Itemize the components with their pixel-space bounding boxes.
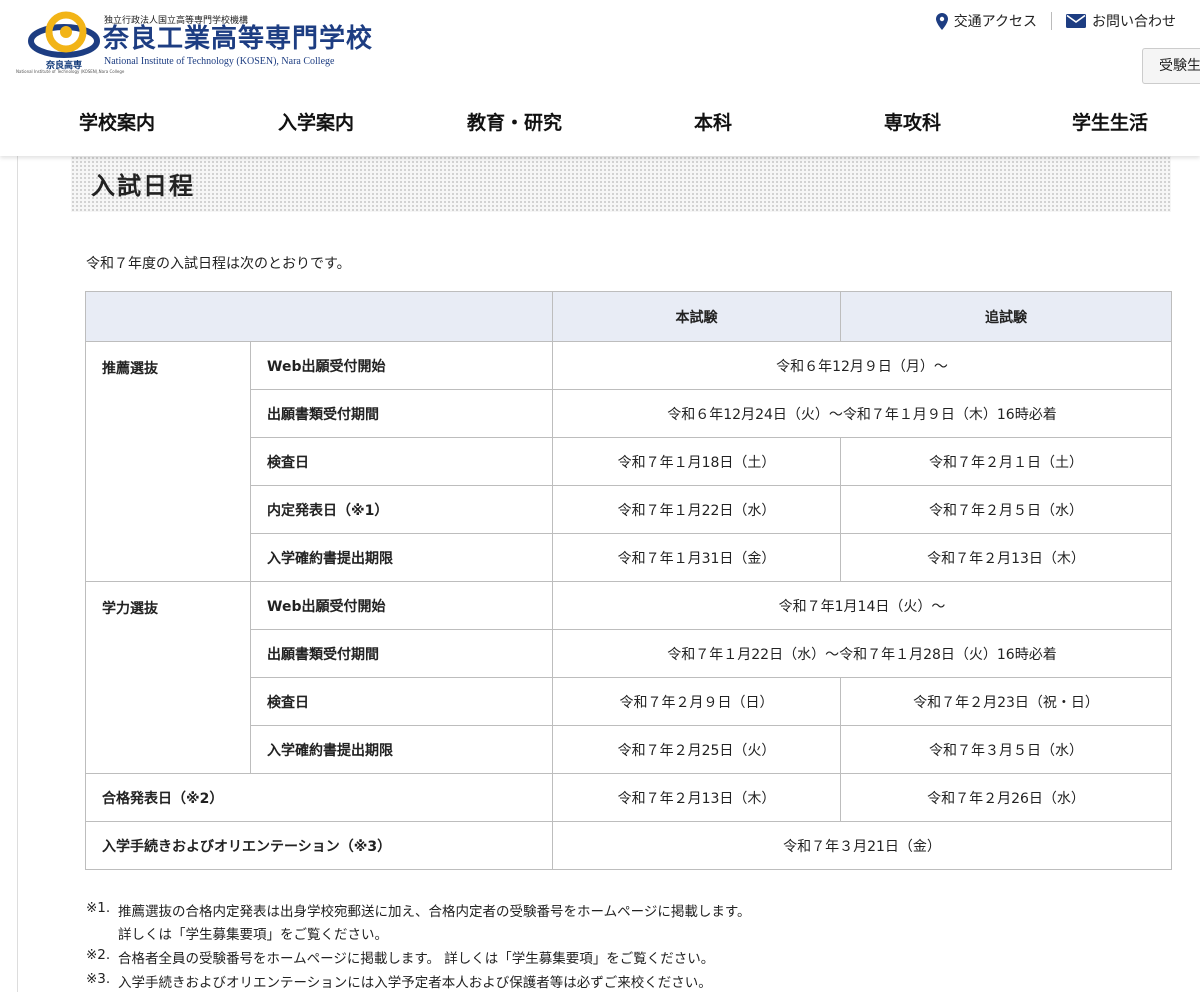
content-border-line (17, 156, 18, 992)
main-exam-date: 令和７年１月18日（土） (552, 437, 841, 486)
main-exam-date: 令和７年２月９日（日） (552, 677, 841, 726)
school-name-logo[interactable]: 奈良工業高等専門学校 (103, 24, 373, 54)
access-link[interactable]: 交通アクセス (935, 11, 1037, 31)
exam-schedule-table: 本試験 追試験 推薦選抜 Web出願受付開始 令和６年12月９日（月）～ 出願書… (85, 291, 1172, 870)
contact-link[interactable]: お問い合わせ (1066, 11, 1176, 31)
contact-label: お問い合わせ (1092, 14, 1176, 30)
nav-item-student-life[interactable]: 学生生活 (1072, 108, 1148, 135)
makeup-exam-date: 令和７年２月１日（土） (840, 437, 1172, 486)
row-label: 出願書類受付期間 (250, 629, 553, 678)
row-label: 内定発表日（※1） (250, 485, 553, 534)
row-value: 令和７年１月22日（水）～令和７年１月28日（火）16時必着 (552, 629, 1172, 678)
col-header-makeup-exam: 追試験 (840, 291, 1172, 342)
row-label-pass-announcement: 合格発表日（※2） (85, 773, 553, 822)
site-header: 奈良高専 National Institute of Technology (K… (0, 0, 1200, 156)
nav-item-admissions[interactable]: 入学案内 (278, 108, 354, 135)
nav-item-school-guide[interactable]: 学校案内 (79, 108, 155, 135)
row-value: 令和６年12月９日（月）～ (552, 341, 1172, 390)
footnote-text: 推薦選抜の合格内定発表は出身学校宛郵送に加え、合格内定者の受験番号をホームページ… (118, 904, 751, 920)
row-label: Web出願受付開始 (250, 581, 553, 630)
access-label: 交通アクセス (953, 14, 1037, 30)
footnote-text: 詳しくは「学生募集要項」をご覧ください。 (118, 927, 388, 943)
makeup-exam-date: 令和７年３月５日（水） (840, 725, 1172, 774)
row-label: 検査日 (250, 437, 553, 486)
row-label: 入学確約書提出期限 (250, 725, 553, 774)
col-header-main-exam: 本試験 (552, 291, 841, 342)
row-label: Web出願受付開始 (250, 341, 553, 390)
row-value: 令和７年1月14日（火）～ (552, 581, 1172, 630)
table-row: 学力選抜 Web出願受付開始 令和７年1月14日（火）～ (85, 581, 1172, 774)
orientation-date: 令和７年３月21日（金） (552, 821, 1172, 870)
prospective-students-button[interactable]: 受験生 (1142, 48, 1200, 84)
main-exam-date: 令和７年１月22日（水） (552, 485, 841, 534)
group-label-gakuryoku: 学力選抜 (85, 581, 251, 774)
table-row: 合格発表日（※2） 令和７年２月13日（木） 令和７年２月26日（水） (85, 773, 1172, 822)
intro-text: 令和７年度の入試日程は次のとおりです。 (86, 256, 351, 272)
footnote-text: 合格者全員の受験番号をホームページに掲載します。 詳しくは「学生募集要項」をご覧… (118, 951, 715, 967)
nav-item-regular-course[interactable]: 本科 (694, 108, 732, 135)
emblem-caption-sub: National Institute of Technology (KOSEN)… (16, 69, 125, 74)
map-pin-icon (935, 12, 948, 30)
footnote-mark: ※3. (86, 971, 111, 987)
table-header-row: 本試験 追試験 (85, 291, 1172, 342)
makeup-exam-date: 令和７年２月５日（水） (840, 485, 1172, 534)
table-row: 入学手続きおよびオリエンテーション（※3） 令和７年３月21日（金） (85, 821, 1172, 870)
nav-item-education-research[interactable]: 教育・研究 (467, 108, 562, 135)
nav-item-advanced-course[interactable]: 専攻科 (884, 108, 941, 135)
makeup-exam-date: 令和７年２月26日（水） (840, 773, 1172, 822)
row-label: 出願書類受付期間 (250, 389, 553, 438)
makeup-exam-date: 令和７年２月23日（祝・日） (840, 677, 1172, 726)
utility-nav: 交通アクセス お問い合わせ (935, 11, 1176, 31)
main-exam-date: 令和７年２月13日（木） (552, 773, 841, 822)
footnote-mark: ※2. (86, 947, 111, 963)
table-row: 推薦選抜 Web出願受付開始 令和６年12月９日（月）～ (85, 341, 1172, 582)
page-title-banner: 入試日程 (71, 152, 1171, 212)
footnote-text: 入学手続きおよびオリエンテーションには入学予定者本人および保護者等は必ずご来校く… (118, 975, 712, 991)
row-value: 令和６年12月24日（火）～令和７年１月９日（木）16時必着 (552, 389, 1172, 438)
main-exam-date: 令和７年２月25日（火） (552, 725, 841, 774)
main-exam-date: 令和７年１月31日（金） (552, 533, 841, 582)
footnote-mark: ※1. (86, 900, 111, 916)
page-title: 入試日程 (91, 172, 195, 200)
makeup-exam-date: 令和７年２月13日（木） (840, 533, 1172, 582)
global-nav: 学校案内 入学案内 教育・研究 本科 専攻科 学生生活 (0, 108, 1200, 138)
group-label-suisen: 推薦選抜 (85, 341, 251, 582)
mail-icon (1066, 14, 1086, 28)
row-label-orientation: 入学手続きおよびオリエンテーション（※3） (85, 821, 553, 870)
school-name-en: National Institute of Technology (KOSEN)… (104, 56, 335, 67)
utility-divider (1051, 12, 1052, 30)
table-header-blank (85, 291, 553, 342)
row-label: 入学確約書提出期限 (250, 533, 553, 582)
row-label: 検査日 (250, 677, 553, 726)
